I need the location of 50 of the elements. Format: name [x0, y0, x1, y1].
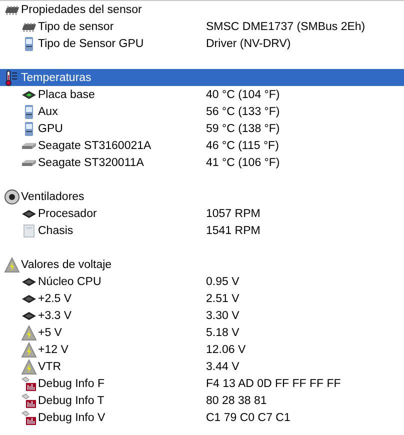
tree-item[interactable]: Debug Info V — [37, 412, 106, 424]
value-text: C1 79 C0 C7 C1 — [206, 412, 290, 424]
value-text: 41 °C (106 °F) — [206, 156, 280, 168]
tree-item[interactable]: Placa base — [37, 88, 96, 100]
tree-item[interactable]: Debug Info T — [37, 394, 106, 406]
thermometer-icon — [4, 70, 20, 86]
tree-item[interactable]: Procesador — [37, 208, 98, 220]
tree-item[interactable]: Seagate ST320011A — [37, 156, 145, 168]
value-text: 3.30 V — [206, 310, 240, 322]
fan-icon — [4, 188, 20, 204]
chart-icon — [21, 392, 37, 408]
computer-case-icon — [21, 222, 37, 238]
tree-item[interactable]: Valores de voltaje — [20, 258, 113, 270]
value-text: 56 °C (133 °F) — [206, 106, 280, 118]
warning-icon — [21, 342, 37, 358]
value-text: 40 °C (104 °F) — [206, 88, 280, 100]
value-text: 3.44 V — [206, 360, 240, 372]
tree-item[interactable]: Chasis — [37, 224, 74, 236]
value-text: 1541 RPM — [206, 224, 260, 236]
tree-item[interactable]: +12 V — [37, 344, 70, 356]
tree-item[interactable]: Seagate ST3160021A — [37, 140, 152, 152]
value-text: SMSC DME1737 (SMBus 2Eh) — [206, 20, 366, 32]
tree-item[interactable]: +2.5 V — [37, 292, 73, 304]
tree-item[interactable]: +3.3 V — [37, 310, 73, 322]
value-text: 1057 RPM — [206, 208, 260, 220]
value-text: Driver (NV-DRV) — [206, 38, 291, 50]
tree-item[interactable]: Debug Info F — [37, 378, 106, 390]
tree-item[interactable]: Núcleo CPU — [37, 276, 102, 288]
value-text: 2.51 V — [206, 292, 240, 304]
tree-item[interactable]: Aux — [37, 106, 59, 118]
tree-item[interactable]: +5 V — [37, 326, 63, 338]
value-text: 5.18 V — [206, 326, 240, 338]
warning-icon — [21, 324, 37, 340]
chart-icon — [21, 410, 37, 426]
value-text: 46 °C (115 °F) — [206, 140, 279, 152]
tree-item[interactable]: VTR — [37, 360, 62, 372]
warning-icon — [21, 358, 37, 374]
value-text: 59 °C (138 °F) — [206, 122, 280, 134]
value-text: 12.06 V — [206, 344, 246, 356]
tree-item[interactable]: Temperaturas — [20, 72, 92, 84]
tree-item[interactable]: Propiedades del sensor — [20, 4, 143, 16]
value-text: 0.95 V — [206, 276, 240, 288]
value-text: 80 28 38 81 — [206, 394, 267, 406]
warning-icon — [4, 256, 20, 272]
tree-item[interactable]: Tipo de Sensor GPU — [37, 38, 145, 50]
tree-item[interactable]: GPU — [37, 122, 64, 134]
tree-item[interactable]: Ventiladores — [20, 190, 86, 202]
chart-icon — [21, 376, 37, 392]
tree-item[interactable]: Tipo de sensor — [37, 20, 115, 32]
value-text: F4 13 AD 0D FF FF FF FF — [206, 378, 341, 390]
